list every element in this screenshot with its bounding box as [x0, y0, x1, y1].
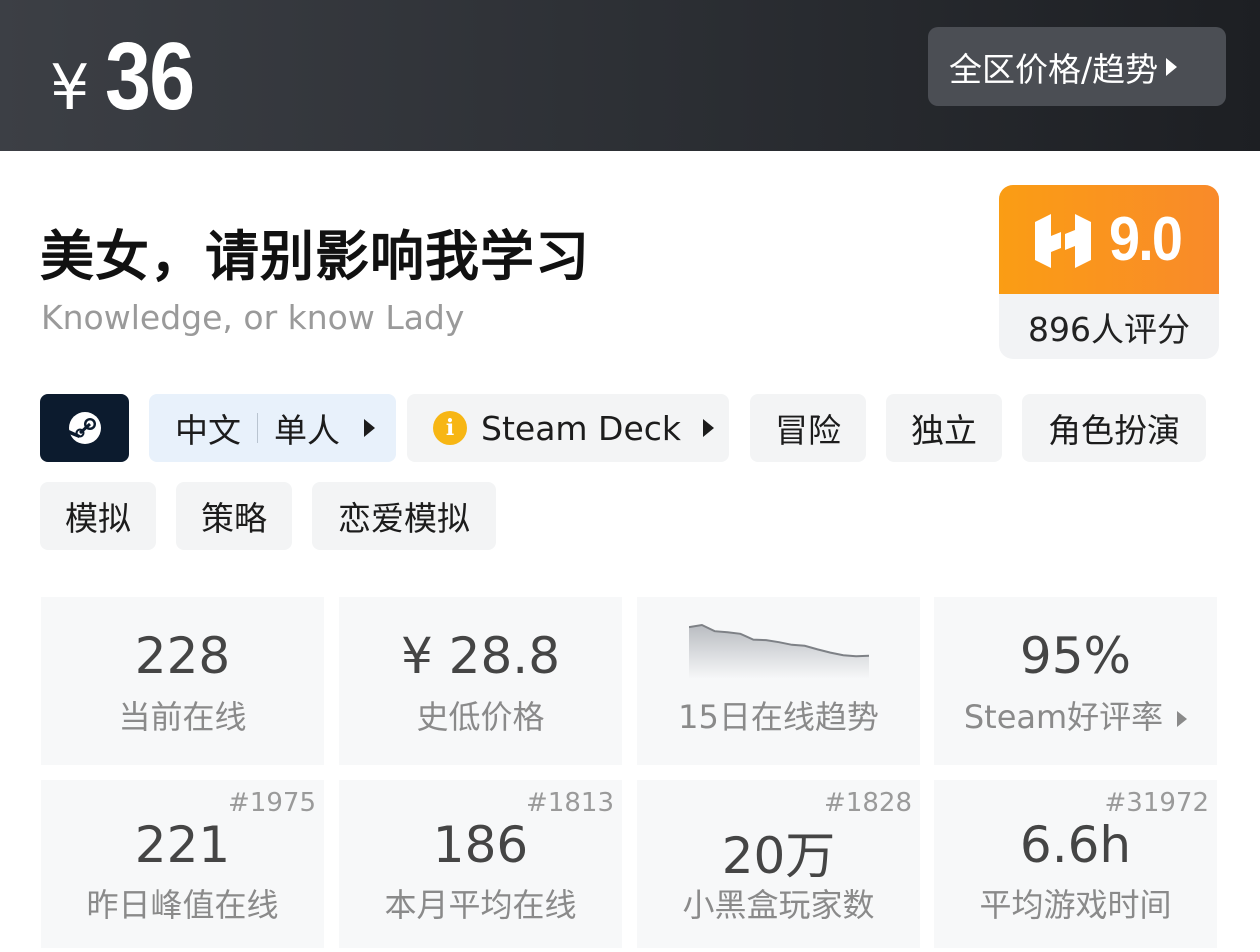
stat-rank: #1813: [526, 788, 614, 818]
stat-lowest-price[interactable]: ¥ 28.8 史低价格: [339, 597, 622, 765]
stat-label: Steam好评率: [963, 698, 1164, 736]
steam-platform-tag[interactable]: [40, 394, 129, 462]
stat-value: 6.6h: [1019, 816, 1132, 874]
game-subtitle: Knowledge, or know Lady: [41, 298, 465, 337]
stat-value: 186: [432, 816, 529, 874]
stat-rank: #1828: [824, 788, 912, 818]
region-price-trend-label: 全区价格/趋势: [949, 49, 1159, 89]
stat-online-trend[interactable]: 15日在线趋势: [637, 597, 920, 765]
stat-label: 小黑盒玩家数: [682, 886, 875, 924]
stat-label: 史低价格: [416, 698, 545, 736]
genre-tag[interactable]: 模拟: [40, 482, 156, 550]
score-value: 9.0: [1109, 205, 1183, 274]
stat-value: 228: [134, 627, 231, 685]
stat-heybox-players[interactable]: #1828 20万 小黑盒玩家数: [637, 780, 920, 948]
info-icon: i: [433, 411, 467, 445]
genre-tag[interactable]: 独立: [886, 394, 1002, 462]
mode-label: 单人: [274, 411, 340, 450]
stat-value: ¥ 28.8: [400, 627, 561, 685]
score-count: 896人评分: [1028, 309, 1190, 349]
stat-label: 平均游戏时间: [979, 886, 1172, 924]
stat-month-average[interactable]: #1813 186 本月平均在线: [339, 780, 622, 948]
stat-value: 221: [134, 816, 231, 874]
stat-label-wrap: Steam好评率: [934, 692, 1217, 738]
genre-tag[interactable]: 角色扮演: [1022, 394, 1206, 462]
stat-current-online[interactable]: 228 当前在线: [41, 597, 324, 765]
current-price: ¥ 36: [50, 22, 208, 132]
stat-value: 20万: [721, 827, 836, 885]
stat-label: 15日在线趋势: [678, 698, 879, 736]
genre-tag[interactable]: 策略: [176, 482, 292, 550]
game-title: 美女，请别影响我学习: [40, 225, 590, 288]
price-header: ¥ 36 全区价格/趋势: [0, 0, 1260, 151]
steam-deck-tag[interactable]: i Steam Deck: [407, 394, 729, 462]
genre-tag[interactable]: 恋爱模拟: [312, 482, 496, 550]
price-value: 36: [105, 23, 195, 130]
stat-rank: #1975: [228, 788, 316, 818]
price-currency: ¥: [50, 51, 90, 124]
stat-label: 本月平均在线: [384, 886, 577, 924]
stat-label: 当前在线: [118, 698, 247, 736]
genre-tag[interactable]: 冒险: [750, 394, 866, 462]
divider: [257, 413, 258, 443]
online-trend-sparkline: [689, 623, 869, 679]
stat-label: 昨日峰值在线: [86, 886, 279, 924]
score-card[interactable]: 9.0 896人评分: [999, 185, 1219, 359]
stat-value: 95%: [1019, 627, 1132, 685]
steam-icon: [68, 412, 101, 444]
stat-steam-rating[interactable]: 95% Steam好评率: [934, 597, 1217, 765]
stat-average-playtime[interactable]: #31972 6.6h 平均游戏时间: [934, 780, 1217, 948]
chevron-right-icon: [1166, 57, 1178, 76]
region-price-trend-button[interactable]: 全区价格/趋势: [928, 27, 1226, 106]
chevron-right-icon: [1177, 711, 1188, 727]
stat-yesterday-peak[interactable]: #1975 221 昨日峰值在线: [41, 780, 324, 948]
language-mode-tag[interactable]: 中文 单人: [149, 394, 396, 462]
chevron-right-icon: [703, 419, 715, 437]
steam-deck-label: Steam Deck: [481, 408, 682, 448]
stat-rank: #31972: [1104, 788, 1210, 818]
heybox-logo-icon: [1035, 213, 1091, 268]
language-label: 中文: [175, 411, 241, 450]
trend-area: [689, 625, 869, 679]
chevron-right-icon: [364, 419, 375, 437]
score-badge: 9.0: [999, 185, 1219, 294]
